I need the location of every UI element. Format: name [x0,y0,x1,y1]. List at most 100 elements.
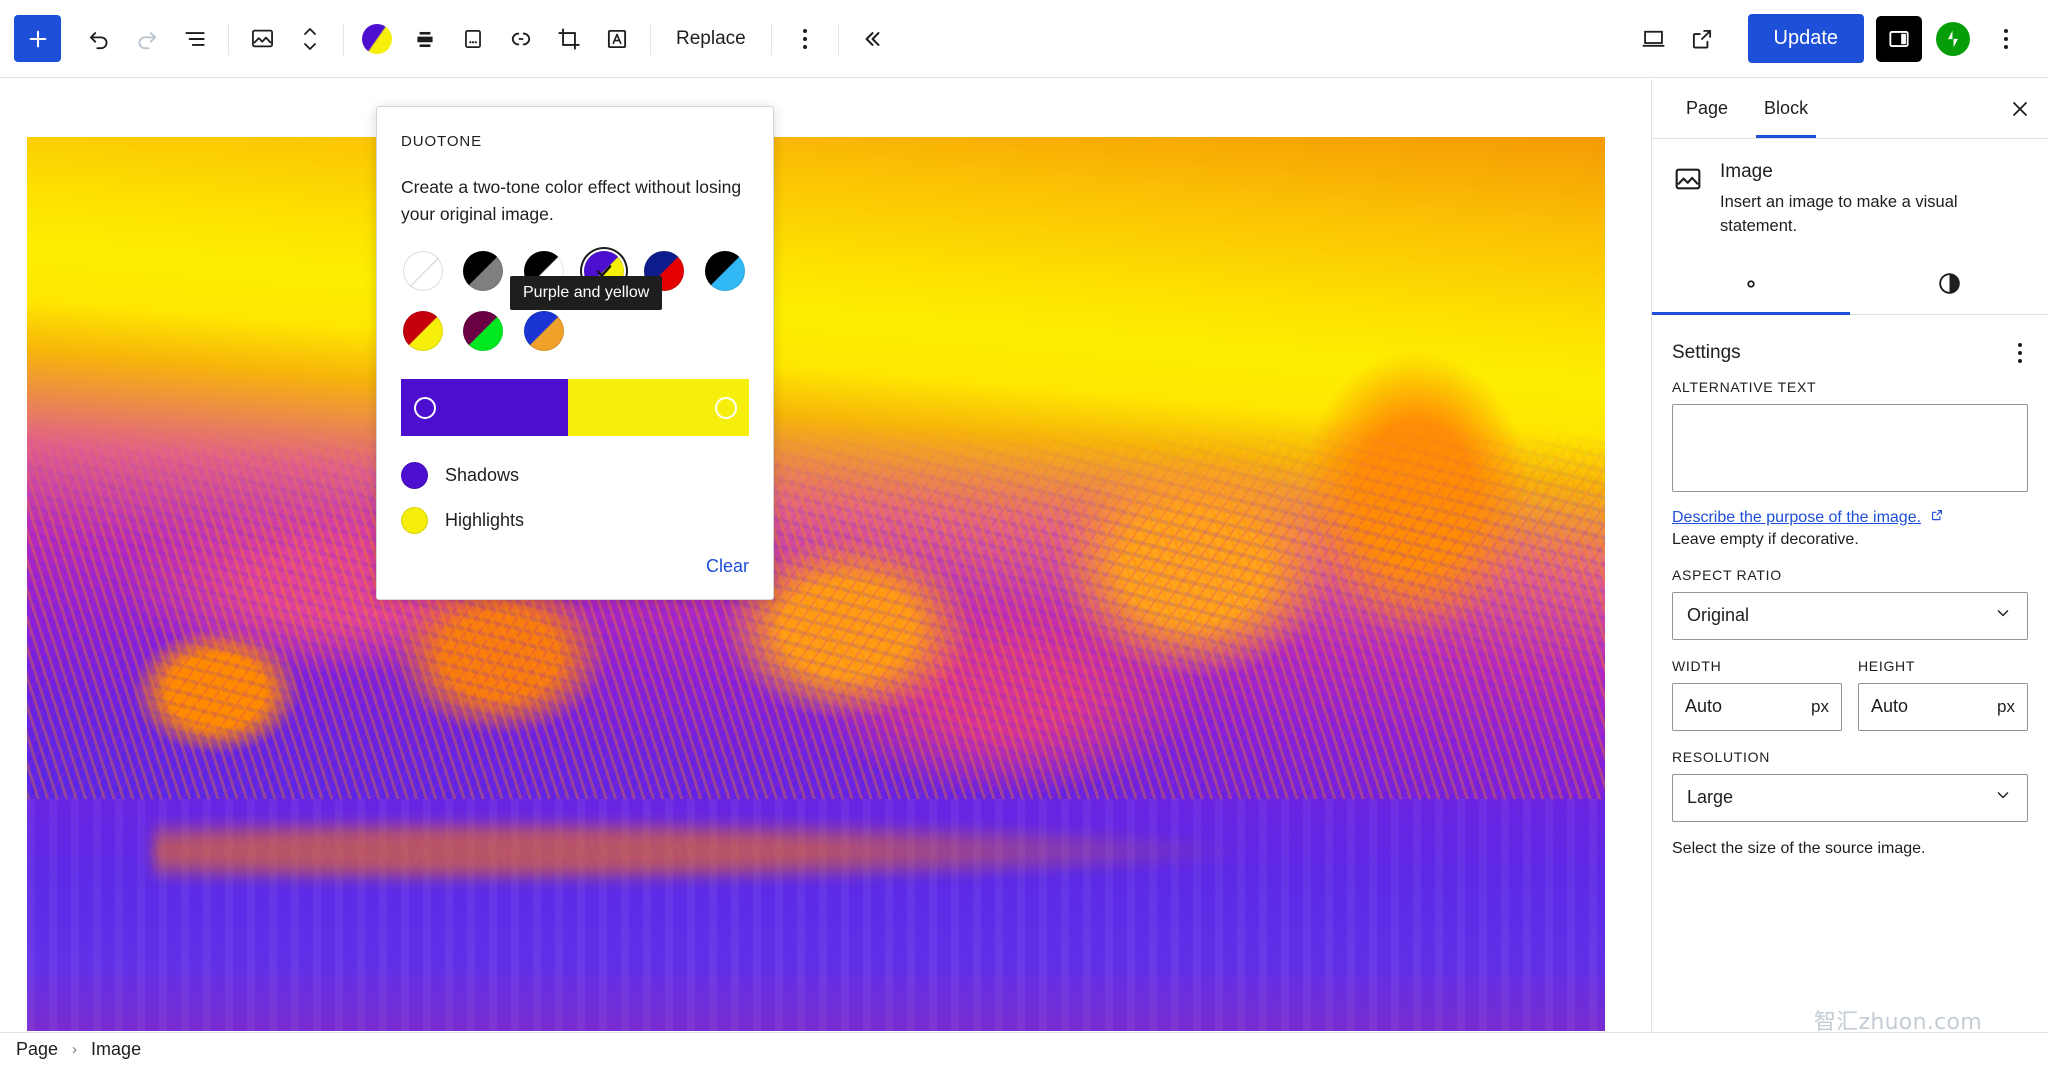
inspector-tab-bar [1652,257,2048,315]
toolbar-divider [228,22,229,55]
jetpack-button[interactable] [1936,21,1970,56]
duotone-swatch-purple-green[interactable] [461,309,505,353]
crop-button[interactable] [545,15,593,63]
tab-block[interactable]: Block [1746,79,1826,138]
list-view-button[interactable] [171,15,219,63]
shadows-color-dot [401,462,428,490]
highlights-color-row[interactable]: Highlights [401,507,749,535]
width-input-wrapper[interactable]: px [1672,682,1842,731]
duotone-swatch-midnight[interactable] [703,249,747,293]
height-unit: px [1997,696,2015,716]
width-label: WIDTH [1672,657,1722,674]
align-button[interactable] [401,15,449,63]
duotone-swatch-circle [463,311,504,352]
more-options-button[interactable] [1982,15,2030,63]
aspect-ratio-value: Original [1687,605,1750,626]
duotone-description: Create a two-tone color effect without l… [401,177,742,224]
close-sidebar-button[interactable] [1996,85,2044,133]
caption-button[interactable] [449,15,497,63]
alt-text-label: ALTERNATIVE TEXT [1672,378,1817,395]
duotone-swatch-circle [403,311,443,352]
highlight-slider-handle[interactable] [715,396,737,419]
duotone-swatch-magenta-yellow[interactable] [401,309,445,353]
replace-button[interactable]: Replace [660,15,762,63]
highlights-color-dot [401,507,428,535]
duotone-swatch-circle [523,311,564,352]
height-field: HEIGHT px [1858,658,2028,731]
image-icon [1672,163,1704,195]
alt-text-input[interactable] [1672,403,2028,492]
alt-text-help-link[interactable]: Describe the purpose of the image. [1672,509,1921,527]
external-link-icon [1926,509,1944,526]
undo-button[interactable] [75,15,123,63]
tab-settings[interactable] [1652,257,1850,315]
duotone-icon [362,23,392,54]
link-button[interactable] [497,15,545,63]
duotone-popover: DUOTONE Create a two-tone color effect w… [376,106,774,601]
height-input-wrapper[interactable]: px [1858,682,2028,731]
move-block-button[interactable] [286,15,334,63]
shadows-color-row[interactable]: Shadows [401,462,749,490]
toolbar-left-group: Replace [0,15,896,63]
settings-menu-button[interactable] [2012,337,2028,369]
height-label: HEIGHT [1858,657,1916,674]
shadow-slider-handle[interactable] [414,396,436,419]
dimensions-row: WIDTH px HEIGHT px [1652,658,2048,731]
block-card: Image Insert an image to make a visual s… [1652,139,2048,257]
tab-styles[interactable] [1850,257,2048,314]
text-overlay-button[interactable] [593,15,641,63]
more-kebab-icon [2004,28,2008,49]
image-block[interactable] [27,137,1605,1031]
alt-text-field: ALTERNATIVE TEXT Describe the purpose of… [1652,379,2048,549]
resolution-field: RESOLUTION Large [1652,749,2048,822]
duotone-heading: DUOTONE [401,133,483,150]
duotone-swatch-circle [403,251,443,292]
toolbar-right-group: Update [1630,14,2048,63]
block-card-description: Insert an image to make a visual stateme… [1720,193,1958,235]
tab-page[interactable]: Page [1668,79,1746,138]
clear-duotone-button[interactable]: Clear [706,556,749,577]
options-kebab-icon [802,28,807,49]
view-desktop-button[interactable] [1630,15,1678,63]
breadcrumb-item-page[interactable]: Page [16,1039,58,1060]
settings-header: Settings [1652,315,2048,379]
collapse-toolbar-button[interactable] [848,15,896,63]
shadows-label: Shadows [445,465,520,486]
alt-text-help-text: Leave empty if decorative. [1672,530,1859,548]
duotone-swatch-dark-grayscale[interactable] [461,249,505,293]
editor-top-toolbar: Replace Update [0,0,2048,78]
breadcrumb-item-image[interactable]: Image [91,1039,141,1060]
block-inspector-sidebar: Page Block Image Insert an image to make… [1651,79,2048,1031]
resolution-label: RESOLUTION [1672,748,1771,765]
duotone-swatch-unset[interactable] [401,249,445,293]
chevron-down-icon-2 [1993,785,2013,810]
block-type-image-button[interactable] [238,15,286,63]
resolution-value: Large [1687,787,1734,808]
duotone-gradient-bar[interactable] [401,379,749,437]
resolution-select[interactable]: Large [1672,773,2028,822]
aspect-ratio-field: ASPECT RATIO Original [1652,567,2048,640]
block-card-title: Image [1720,161,1773,182]
width-input[interactable] [1685,696,1806,718]
height-input[interactable] [1871,696,1992,718]
breadcrumb-separator: › [72,1041,78,1058]
toolbar-divider-2 [343,22,344,55]
settings-gear-icon [1738,271,1764,300]
duotone-swatch-blue-orange[interactable] [522,309,566,353]
update-button[interactable]: Update [1747,14,1864,63]
settings-kebab-icon [2018,342,2022,363]
view-preview-button[interactable] [1678,15,1726,63]
duotone-swatch-circle [704,251,745,292]
toolbar-divider-3 [650,22,651,55]
styles-contrast-icon [1936,270,1963,300]
duotone-button[interactable] [353,15,401,63]
duotone-swatch-circle [463,251,504,292]
redo-button[interactable] [123,15,171,63]
add-block-button[interactable] [14,15,61,62]
aspect-ratio-select[interactable]: Original [1672,591,2028,640]
toolbar-divider-4 [770,22,772,55]
block-options-button[interactable] [781,15,829,63]
sidebar-tab-bar: Page Block [1652,79,2048,139]
toggle-sidebar-button[interactable] [1876,15,1922,62]
image-reflection-glow [153,816,1258,887]
